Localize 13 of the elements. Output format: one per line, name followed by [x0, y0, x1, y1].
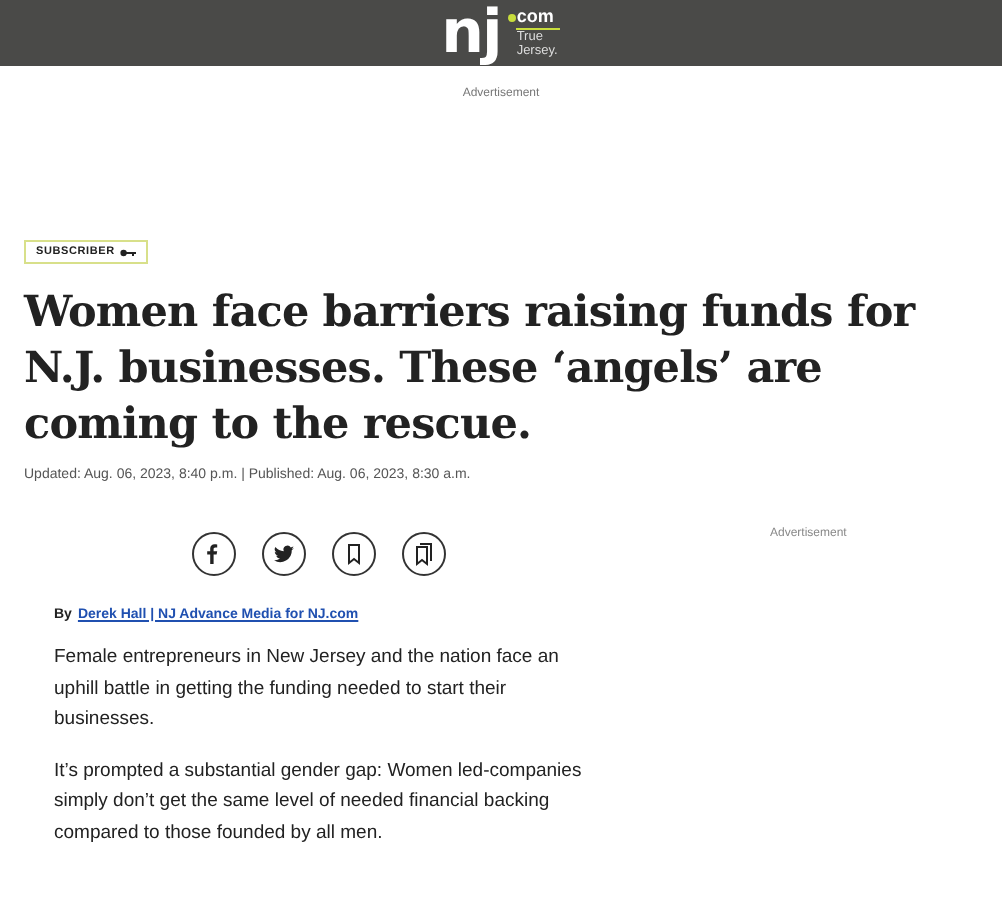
bookmarks-icon	[410, 540, 438, 568]
share-button[interactable]	[402, 532, 446, 576]
paragraph: Female entrepreneurs in New Jersey and the nation face an uphill battle in getting the funding needed to start their businesses.	[54, 644, 561, 734]
share-button[interactable]	[192, 532, 236, 576]
dot-icon	[507, 13, 516, 21]
paragraph: It’s prompted a substantial gender gap: Women led-companies simply don’t get the same level of needed financial backing compared to those founded by all men.	[54, 757, 584, 847]
key-icon	[120, 247, 137, 257]
share-button[interactable]	[262, 532, 306, 576]
headline: Women face barriers raising funds for N.J. businesses. These ‘angels’ are coming to the rescue.	[24, 286, 918, 454]
logo-mark[interactable]: nj	[441, 3, 501, 63]
twitter-icon	[270, 540, 298, 568]
share-button[interactable]	[332, 532, 376, 576]
logo-domain: com	[516, 8, 561, 30]
